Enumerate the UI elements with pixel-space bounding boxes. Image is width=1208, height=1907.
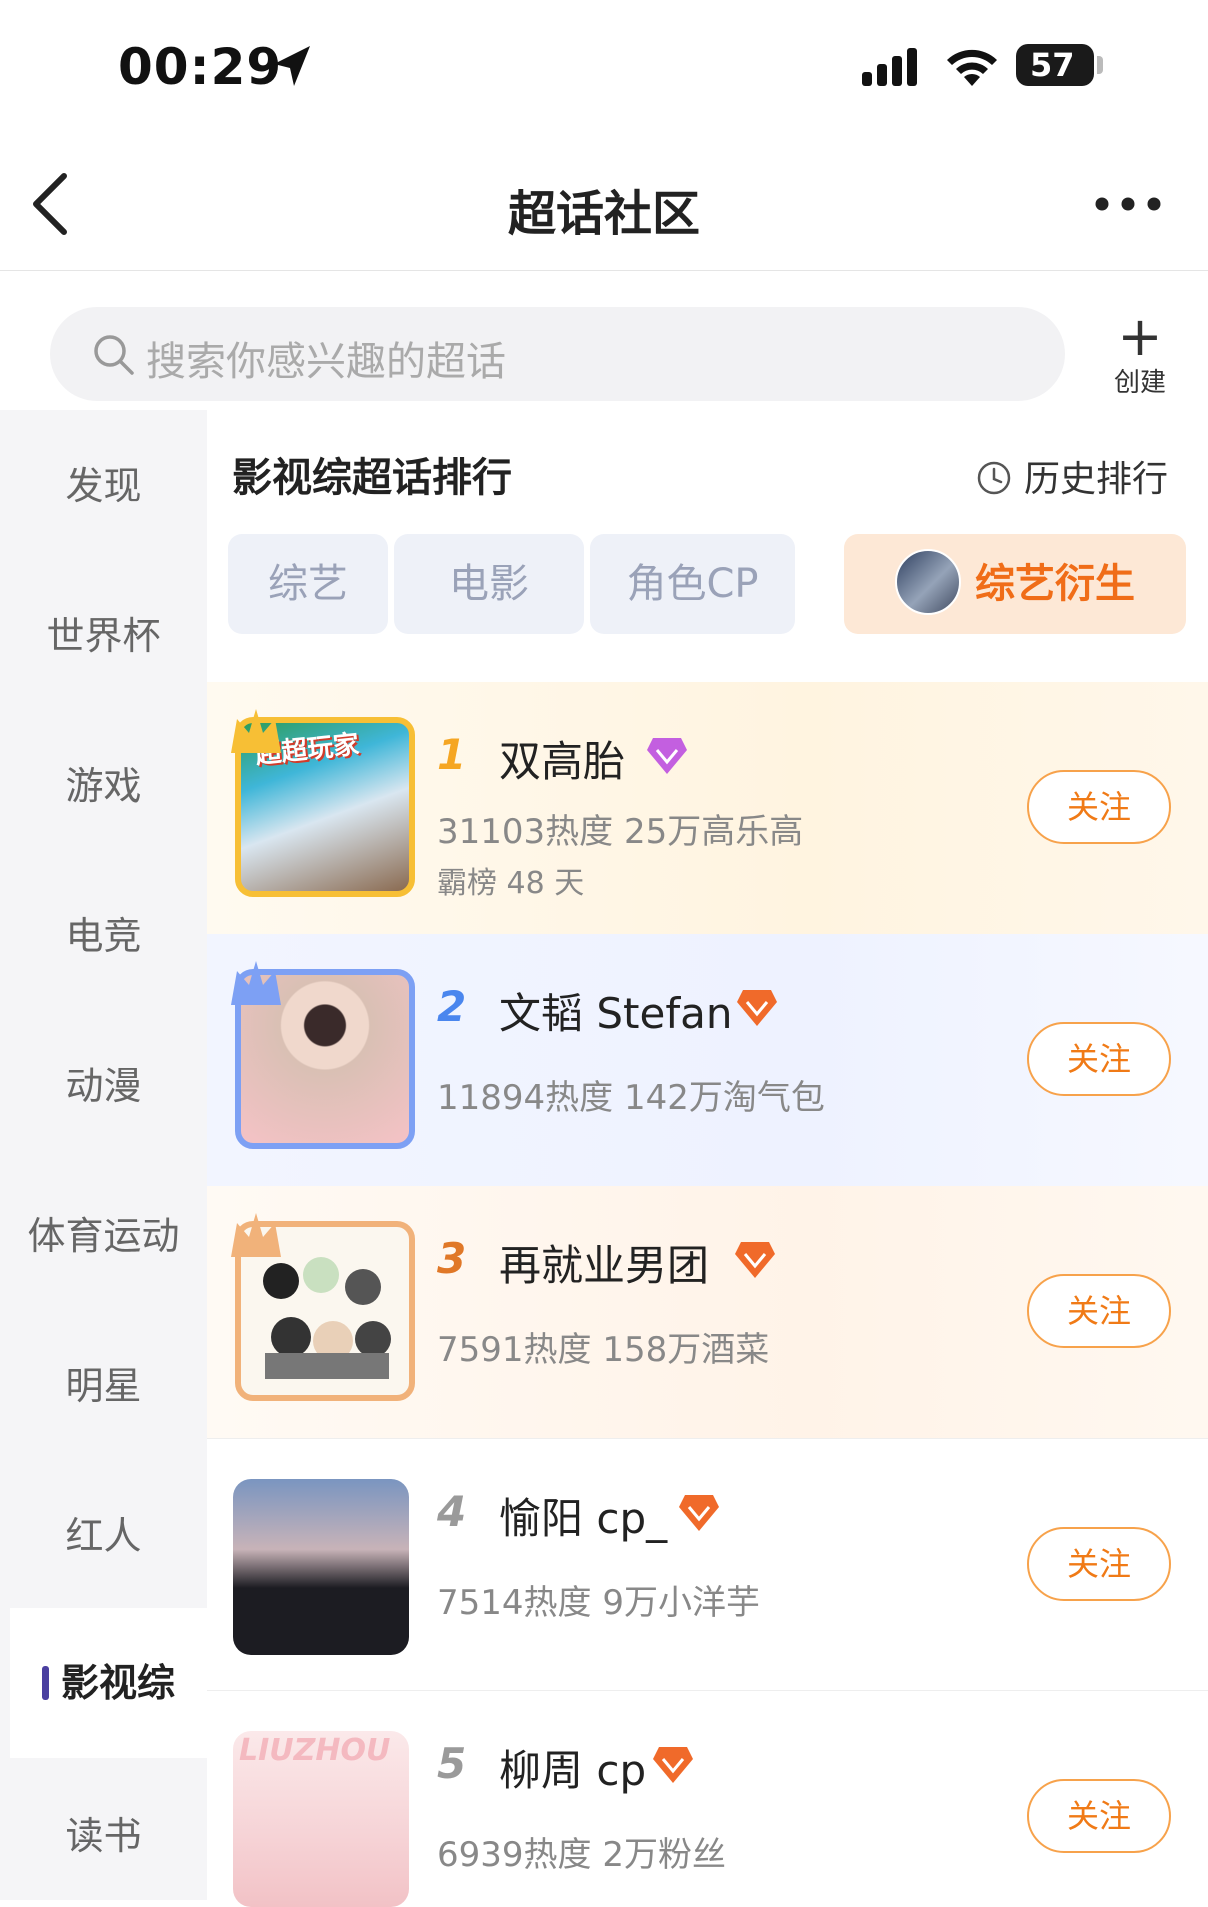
tab-movie[interactable]: 电影 xyxy=(394,534,584,634)
sidebar-item-esports[interactable]: 电竞 xyxy=(0,905,207,960)
sidebar-item-anime[interactable]: 动漫 xyxy=(0,1055,207,1110)
topic-cover-image: LIUZHOU xyxy=(233,1731,409,1907)
search-placeholder: 搜索你感兴趣的超话 xyxy=(146,339,506,385)
sidebar-item-games[interactable]: 游戏 xyxy=(0,755,207,810)
history-ranking-button[interactable]: 历史排行 xyxy=(976,450,1168,502)
sidebar-item-stars[interactable]: 明星 xyxy=(0,1355,207,1410)
tab-avatar-image xyxy=(895,549,961,615)
rank-number: 3 xyxy=(437,1234,467,1283)
rank-number: 1 xyxy=(437,730,467,779)
topic-stats: 7591热度 158万酒菜 xyxy=(437,1330,770,1370)
ranking-item-2[interactable]: 2 文韬 Stefan 11894热度 142万淘气包 关注 xyxy=(207,934,1208,1186)
status-bar: 00:29 57 xyxy=(0,0,1208,130)
more-options-icon[interactable] xyxy=(1094,196,1162,212)
wifi-icon xyxy=(947,49,997,86)
battery-indicator: 57 xyxy=(1016,44,1094,86)
topic-name: 再就业男团 xyxy=(499,1241,710,1290)
topic-cover-image xyxy=(233,1479,409,1655)
page-title: 超话社区 xyxy=(507,186,700,242)
location-arrow-icon xyxy=(274,46,310,86)
ranking-item-3[interactable]: 3 再就业男团 7591热度 158万酒菜 关注 xyxy=(207,1186,1208,1438)
crown-badge-icon xyxy=(231,1213,281,1257)
topic-stats: 7514热度 9万小洋芋 xyxy=(437,1583,760,1623)
cellular-signal-icon xyxy=(862,48,917,86)
crown-badge-icon xyxy=(231,709,281,753)
sidebar-item-label: 影视综 xyxy=(60,1661,175,1705)
ranking-item-1[interactable]: 超超玩家 1 双高胎 31103热度 25万高乐高 霸榜 48 天 关注 xyxy=(207,682,1208,934)
topic-stats: 6939热度 2万粉丝 xyxy=(437,1835,726,1875)
crown-badge-icon xyxy=(231,961,281,1005)
orange-diamond-icon xyxy=(653,1747,693,1783)
purple-diamond-icon xyxy=(647,738,687,774)
topic-cover-image xyxy=(231,1213,415,1401)
category-sidebar: 发现 世界杯 游戏 电竞 动漫 体育运动 明星 红人 影视综 读书 xyxy=(0,410,207,1900)
sidebar-item-discover[interactable]: 发现 xyxy=(0,455,207,510)
battery-tip xyxy=(1097,56,1103,74)
create-label: 创建 xyxy=(1113,368,1166,398)
sidebar-item-influencers[interactable]: 红人 xyxy=(0,1505,207,1560)
follow-button[interactable]: 关注 xyxy=(1027,1022,1171,1096)
topic-name: 文韬 Stefan xyxy=(499,989,733,1038)
topic-stats: 11894热度 142万淘气包 xyxy=(437,1078,825,1118)
topic-cover-image xyxy=(231,961,415,1149)
sidebar-item-film-tv-variety[interactable]: 影视综 xyxy=(10,1608,207,1758)
follow-button[interactable]: 关注 xyxy=(1027,1779,1171,1853)
tab-variety[interactable]: 综艺 xyxy=(228,534,388,634)
create-button[interactable]: + 创建 xyxy=(1100,305,1180,402)
active-indicator xyxy=(41,1665,49,1700)
sidebar-item-world-cup[interactable]: 世界杯 xyxy=(0,605,207,660)
navigation-bar: 超话社区 xyxy=(0,130,1208,271)
follow-button[interactable]: 关注 xyxy=(1027,770,1171,844)
sidebar-item-reading[interactable]: 读书 xyxy=(0,1805,207,1860)
plus-icon: + xyxy=(1117,305,1163,368)
ranking-item-5[interactable]: LIUZHOU 5 柳周 cp 6939热度 2万粉丝 关注 xyxy=(207,1690,1208,1907)
orange-diamond-icon xyxy=(737,990,777,1026)
follow-button[interactable]: 关注 xyxy=(1027,1274,1171,1348)
topic-stats: 31103热度 25万高乐高 xyxy=(437,812,804,852)
topic-name: 愉阳 cp_ xyxy=(499,1494,668,1543)
status-time: 00:29 xyxy=(118,38,283,96)
topic-cover-image: 超超玩家 xyxy=(231,709,415,897)
topic-streak: 霸榜 48 天 xyxy=(437,866,585,901)
sidebar-item-sports[interactable]: 体育运动 xyxy=(0,1205,207,1260)
topic-name: 双高胎 xyxy=(499,737,626,786)
section-title: 影视综超话排行 xyxy=(232,455,512,501)
clock-icon xyxy=(977,461,1011,495)
ranking-item-4[interactable]: 4 愉阳 cp_ 7514热度 9万小洋芋 关注 xyxy=(207,1438,1208,1691)
search-icon xyxy=(94,335,134,375)
search-input[interactable]: 搜索你感兴趣的超话 xyxy=(50,307,1065,401)
tab-variety-derivative-label: 综艺衍生 xyxy=(975,561,1135,607)
cover-title-text: LIUZHOU xyxy=(239,1733,391,1768)
follow-button[interactable]: 关注 xyxy=(1027,1527,1171,1601)
cartoon-illustration xyxy=(263,1257,391,1379)
tab-character-cp[interactable]: 角色CP xyxy=(590,534,795,634)
rank-number: 2 xyxy=(437,982,467,1031)
orange-diamond-icon xyxy=(679,1495,719,1531)
topic-name: 柳周 cp xyxy=(499,1746,647,1795)
rank-number: 4 xyxy=(437,1487,467,1536)
orange-diamond-icon xyxy=(735,1242,775,1278)
rank-number: 5 xyxy=(437,1739,467,1788)
tab-variety-derivative[interactable]: 综艺衍生 xyxy=(844,534,1186,634)
history-ranking-label: 历史排行 xyxy=(1024,459,1169,500)
